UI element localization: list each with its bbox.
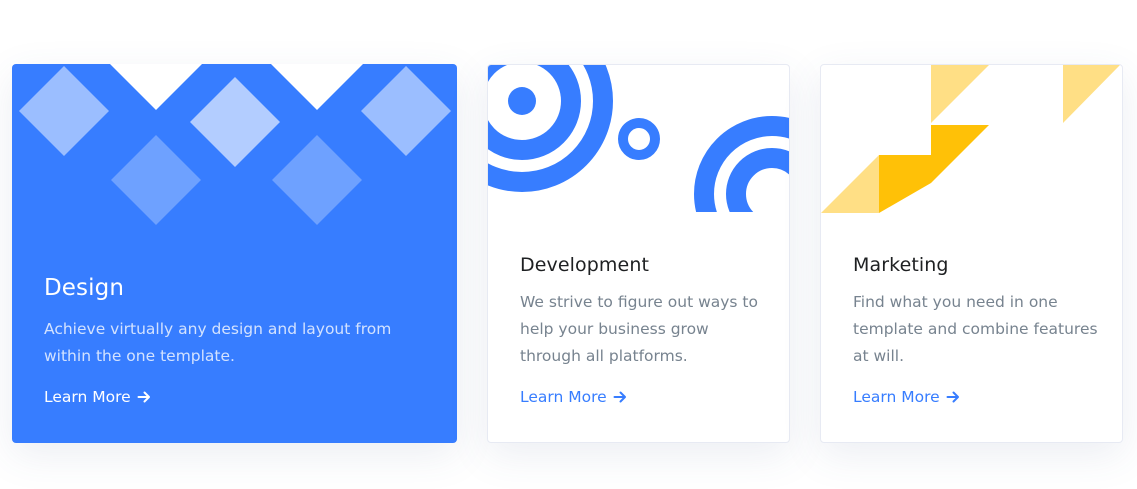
card-development: Development We strive to figure out ways… [487,64,790,443]
circles-decoration [488,65,789,212]
card-description: Find what you need in one template and c… [853,293,1098,365]
card-title: Design [44,275,125,301]
card-title: Development [520,254,650,276]
arrow-right-icon [946,390,960,404]
arrow-right-icon [137,390,151,404]
card-description: We strive to figure out ways to help you… [520,293,758,365]
learn-more-label: Learn More [520,388,607,406]
card-design: Design Achieve virtually any design and … [12,64,457,443]
learn-more-label: Learn More [853,388,940,406]
learn-more-link[interactable]: Learn More [44,388,151,406]
services-section: Design Achieve virtually any design and … [0,0,1137,489]
card-description: Achieve virtually any design and layout … [44,320,392,365]
arrow-right-icon [613,390,627,404]
card-title: Marketing [853,254,949,276]
learn-more-label: Learn More [44,388,131,406]
triangles-decoration [821,65,1120,213]
card-marketing: Marketing Find what you need in one temp… [820,64,1123,443]
learn-more-link[interactable]: Learn More [853,388,960,406]
diamond-pattern-decoration [19,64,451,225]
learn-more-link[interactable]: Learn More [520,388,627,406]
